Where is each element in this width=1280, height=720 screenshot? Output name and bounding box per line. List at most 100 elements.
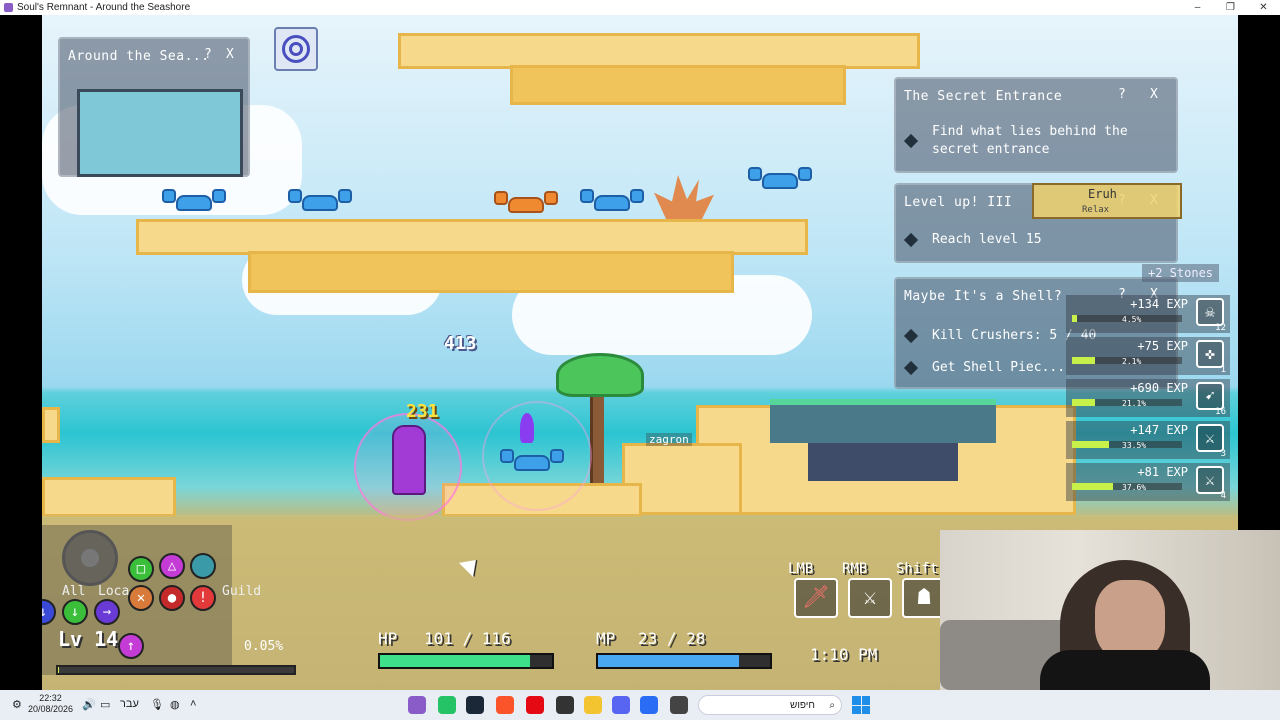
exp-feed-row: +75 EXP 2.1% ✜ 1 [1066,337,1230,375]
skill-level: 3 [1220,449,1226,459]
sand-platform-mid [136,219,808,255]
record-button[interactable]: ● [159,585,185,611]
minimap[interactable] [77,89,243,177]
sword-icon[interactable]: 🗡 [794,578,838,618]
party-member-tag[interactable]: Eruh Relax [1032,183,1182,219]
system-date: 20/08/2026 [28,704,74,714]
network-icon[interactable]: ▭ [100,698,110,711]
circle-action-button[interactable] [190,553,216,579]
player-exp-bar [56,665,296,675]
game-clock: 1:10 PM [810,645,878,664]
player-nametag[interactable]: zagron [646,433,692,446]
cross-action-button[interactable]: ✕ [128,585,154,611]
terminal-icon[interactable] [670,696,688,714]
skill-level: 16 [1215,407,1226,417]
exp-fill [1072,483,1114,490]
square-action-button[interactable]: □ [128,556,154,582]
settings-icon[interactable]: ⚙ [12,698,22,711]
webcam-overlay [940,530,1280,690]
skull-icon: ☠ [1196,298,1224,326]
help-button[interactable]: ? [1118,87,1126,102]
damage-number: 231 [406,401,439,422]
language-indicator[interactable]: עבר [120,698,139,710]
quest-title: Level up! III [904,195,1013,210]
purple-flame [520,413,534,443]
brave-icon[interactable] [496,696,514,714]
chevron-up-icon[interactable]: ˄ [190,698,196,710]
grass-block [770,399,996,443]
netflix-icon[interactable] [526,696,544,714]
steam-icon[interactable] [466,696,484,714]
microphone-icon[interactable]: 🎙 [150,698,164,711]
minimize-button[interactable]: – [1181,0,1214,15]
crab-enemy[interactable] [580,189,644,215]
exp-gain-text: +690 EXP [1130,381,1188,395]
quest-title: Maybe It's a Shell? [904,289,1063,304]
sand-platform-mid-base [248,251,734,293]
minimap-panel: Around the Sea... ? X [58,37,250,177]
letterbox-right [1238,15,1280,530]
joystick[interactable] [62,530,118,586]
quest-panel: The Secret Entrance ? X Find what lies b… [894,77,1178,173]
sand-ledge-left [42,407,60,443]
arrow-right-icon[interactable]: → [94,599,120,625]
maximize-button[interactable]: ❐ [1214,0,1247,15]
player-exp-percent: 0.05% [244,639,284,654]
close-button[interactable]: X [1150,87,1158,102]
calendar-icon[interactable] [640,696,658,714]
minimap-title: Around the Sea... [68,49,210,64]
objective-diamond-icon [903,232,919,247]
crab-enemy[interactable] [494,191,558,217]
whatsapp-icon[interactable] [438,696,456,714]
help-button[interactable]: ? [204,47,212,62]
exp-feed-row: +134 EXP 4.5% ☠ 12 [1066,295,1230,333]
palm-trunk [590,387,604,483]
volume-icon[interactable]: 🔊 [82,698,96,711]
hp-bar [378,653,554,669]
crab-enemy[interactable] [288,189,352,215]
exp-feed-row: +690 EXP 21.1% ➹ 16 [1066,379,1230,417]
windows-start-icon[interactable] [852,696,870,714]
crosshair-icon: ✜ [1196,340,1224,368]
search-icon: ⌕ [829,700,835,711]
exp-feed-row: +81 EXP 37.6% ⚔ 4 [1066,463,1230,501]
quest-objective: Reach level 15 [903,231,1042,249]
exp-percent: 37.6% [1122,483,1147,492]
mp-bar [596,653,772,669]
triangle-action-button[interactable]: △ [159,553,185,579]
chat-tab-all[interactable]: All [62,584,85,599]
chatgpt-icon[interactable] [556,696,574,714]
exp-fill [1072,357,1096,364]
letterbox-left [0,15,42,690]
folder-icon[interactable] [584,696,602,714]
system-clock[interactable]: 22:32 20/08/2026 [28,693,73,715]
window-titlebar: Soul's Remnant - Around the Seashore – ❐… [0,0,1280,15]
coral-decoration [654,175,714,219]
exp-fill [1072,399,1096,406]
close-window-button[interactable]: ✕ [1247,0,1280,15]
close-button[interactable]: X [226,47,234,62]
tray-app-icon[interactable]: ◍ [170,698,180,711]
exp-gain-text: +75 EXP [1137,339,1188,353]
chat-tab-guild[interactable]: Guild [222,584,261,599]
discord-icon[interactable] [612,696,630,714]
alert-button[interactable]: ! [190,585,216,611]
target-icon[interactable] [274,27,318,71]
hp-label: HP [378,629,398,648]
crab-enemy[interactable] [162,189,226,215]
game-app-icon[interactable] [408,696,426,714]
crossed-swords-icon: ⚔ [1196,424,1224,452]
chat-tab-local[interactable]: Loca [98,584,129,599]
dash-sword-icon[interactable]: ⚔ [848,578,892,618]
search-box[interactable]: חיפוש ⌕ [698,695,842,715]
streamer-face [1095,580,1165,660]
arrow-up-icon[interactable]: ↑ [118,633,144,659]
crab-enemy[interactable] [748,167,812,193]
exp-gain-text: +147 EXP [1130,423,1188,437]
arrow-down-icon[interactable]: ↓ [62,599,88,625]
search-placeholder: חיפוש [790,700,815,711]
system-time: 22:32 [39,693,62,703]
window-title: Soul's Remnant - Around the Seashore [17,2,191,13]
mp-value: 23 / 28 [638,629,706,648]
party-member-name: Eruh [1088,187,1117,201]
